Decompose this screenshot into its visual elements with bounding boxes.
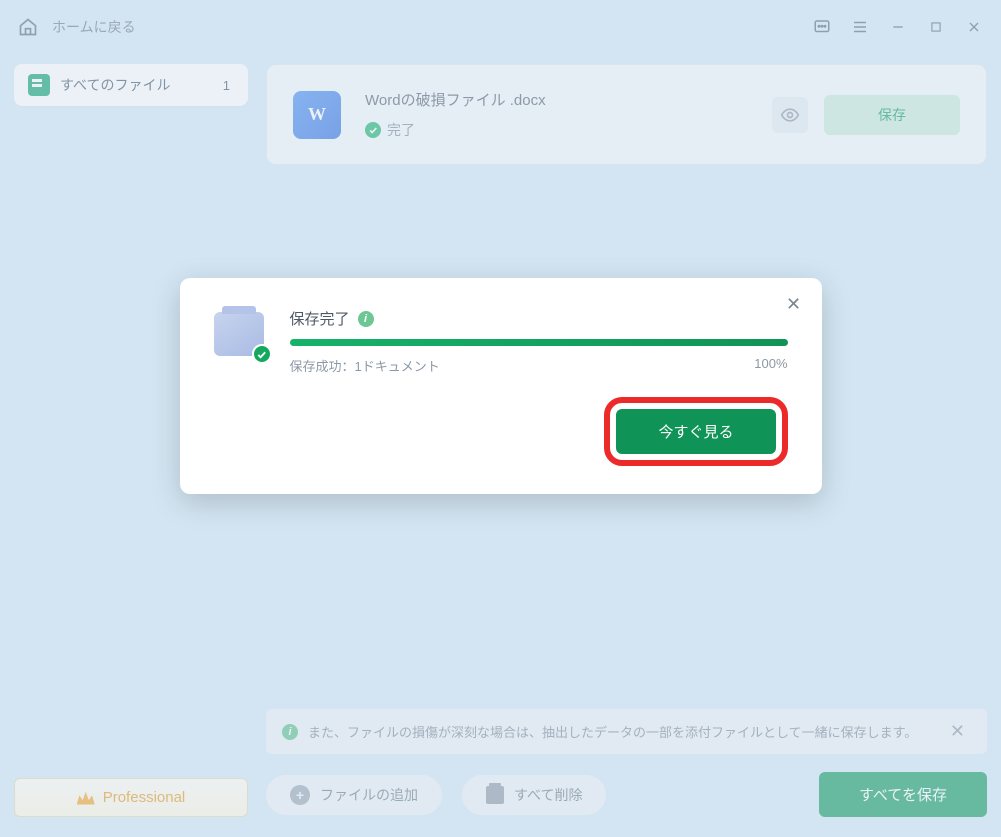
progress-bar <box>290 339 788 346</box>
highlight-ring: 今すぐ見る <box>604 397 787 466</box>
info-icon[interactable]: i <box>358 311 374 327</box>
dialog-percent: 100% <box>754 356 787 375</box>
view-now-button[interactable]: 今すぐ見る <box>616 409 775 454</box>
save-complete-dialog: ✕ 保存完了 i 保存成功：1ドキュメント 100% <box>180 278 822 494</box>
dialog-title: 保存完了 <box>290 308 350 329</box>
dialog-file-icon <box>214 308 268 362</box>
dialog-subtitle: 保存成功：1ドキュメント <box>290 356 440 375</box>
modal-overlay: ✕ 保存完了 i 保存成功：1ドキュメント 100% <box>0 0 1001 837</box>
check-icon <box>252 344 272 364</box>
dialog-close-button[interactable]: ✕ <box>782 292 806 316</box>
